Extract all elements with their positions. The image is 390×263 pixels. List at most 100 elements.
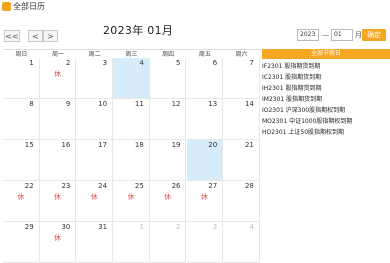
- year-select[interactable]: 2023: [297, 29, 319, 41]
- day-number: 12: [171, 100, 181, 108]
- holiday-list-item[interactable]: IC2301 股指期货到期: [262, 72, 321, 83]
- day-cell[interactable]: 25 休: [113, 181, 150, 222]
- weekday-header: 周日: [3, 49, 40, 58]
- day-cell[interactable]: 27 休: [186, 181, 224, 222]
- day-number: 3: [212, 223, 218, 231]
- day-number: 6: [212, 59, 218, 67]
- holiday-list-item[interactable]: MO2301 中证1000股指期权到期: [262, 116, 352, 127]
- day-number: 31: [98, 223, 108, 231]
- holiday-list-item[interactable]: IO2301 沪深300股指期权到期: [262, 105, 345, 116]
- day-cell[interactable]: 4: [113, 58, 150, 99]
- day-cell[interactable]: 1: [113, 222, 150, 263]
- day-number: 30: [61, 223, 71, 231]
- holiday-panel-header: 全部节假日: [262, 49, 390, 59]
- day-cell[interactable]: 28: [223, 181, 260, 222]
- day-number: 19: [171, 141, 181, 149]
- day-cell[interactable]: 31: [76, 222, 114, 263]
- weekday-header: 周三: [113, 49, 150, 58]
- day-cell[interactable]: 3: [76, 58, 114, 99]
- day-number: 4: [139, 59, 144, 67]
- day-number: 1: [139, 223, 144, 231]
- day-number: 3: [102, 59, 108, 67]
- holiday-mark: 休: [54, 70, 62, 78]
- day-cell[interactable]: 14: [223, 99, 260, 140]
- day-cell[interactable]: 15: [3, 140, 40, 181]
- day-number: 2: [65, 59, 71, 67]
- calendar-grid: 周日 周一 周二 周三 周四 周五 周六 1 2 休 3 4 5 6 7 8 9 10 11 12 13 14 15 16 17…: [3, 49, 260, 263]
- day-cell[interactable]: 5: [149, 58, 187, 99]
- day-cell[interactable]: 22 休: [3, 181, 40, 222]
- calendar-logo-icon: [2, 2, 11, 11]
- day-cell[interactable]: 8: [3, 99, 40, 140]
- day-cell[interactable]: 10: [76, 99, 114, 140]
- day-number: 1: [29, 59, 34, 67]
- holiday-list-item[interactable]: HO2301 上证50股指期权到期: [262, 127, 344, 138]
- day-number: 15: [24, 141, 34, 149]
- day-cell[interactable]: 20: [186, 140, 224, 181]
- month-title: 2023年 01月: [103, 24, 174, 37]
- next-month-button[interactable]: >: [43, 30, 58, 42]
- weekday-header: 周一: [39, 49, 77, 58]
- day-number: 27: [208, 182, 218, 190]
- day-cell[interactable]: 9: [39, 99, 77, 140]
- page-title: 全部日历: [13, 2, 45, 11]
- holiday-panel: 全部节假日 IF2301 股指期货到期 IC2301 股指期货到期 IH2301 股…: [262, 49, 390, 262]
- holiday-list-item[interactable]: IF2301 股指期货到期: [262, 61, 320, 72]
- day-cell[interactable]: 2: [149, 222, 187, 263]
- day-cell[interactable]: 29: [3, 222, 40, 263]
- day-cell[interactable]: 1: [3, 58, 40, 99]
- day-cell[interactable]: 11: [113, 99, 150, 140]
- weekday-header: 周六: [223, 49, 260, 58]
- day-number: 17: [98, 141, 108, 149]
- holiday-list-item[interactable]: IH2301 股指期货到期: [262, 83, 321, 94]
- holiday-list-item[interactable]: IM2301 股指期货到期: [262, 94, 322, 105]
- prev-month-button[interactable]: <: [28, 30, 43, 42]
- day-cell[interactable]: 30 休: [39, 222, 77, 263]
- day-number: 10: [98, 100, 108, 108]
- year-month-separator: —: [322, 31, 329, 39]
- prev-year-button[interactable]: <<: [4, 30, 20, 42]
- day-number: 11: [134, 100, 144, 108]
- day-number: 18: [134, 141, 144, 149]
- day-cell[interactable]: 2休: [39, 58, 77, 99]
- holiday-mark: 休: [200, 193, 208, 201]
- day-number: 14: [244, 100, 254, 108]
- holiday-mark: 休: [90, 193, 98, 201]
- day-number: 26: [171, 182, 181, 190]
- day-cell[interactable]: 19: [149, 140, 187, 181]
- day-cell[interactable]: 23 休: [39, 181, 77, 222]
- day-number: 20: [208, 141, 218, 149]
- day-number: 8: [29, 100, 34, 108]
- day-cell[interactable]: 16: [39, 140, 77, 181]
- day-cell[interactable]: 4: [223, 222, 260, 263]
- holiday-mark: 休: [164, 193, 172, 201]
- day-cell[interactable]: 18: [113, 140, 150, 181]
- day-cell[interactable]: 24 休: [76, 181, 114, 222]
- day-cell[interactable]: 26 休: [149, 181, 187, 222]
- day-number: 4: [249, 223, 254, 231]
- day-number: 16: [61, 141, 71, 149]
- day-number: 7: [249, 59, 254, 67]
- go-button[interactable]: 确定: [362, 29, 386, 41]
- day-number: 29: [24, 223, 34, 231]
- day-cell[interactable]: 12: [149, 99, 187, 140]
- day-cell[interactable]: 21: [223, 140, 260, 181]
- day-cell[interactable]: 6: [186, 58, 224, 99]
- day-number: 24: [98, 182, 108, 190]
- month-select[interactable]: 01: [331, 29, 353, 41]
- app-header: 全部日历: [0, 0, 390, 14]
- weekday-header: 周二: [76, 49, 114, 58]
- day-number: 25: [134, 182, 144, 190]
- holiday-mark: 休: [54, 234, 62, 242]
- day-number: 22: [24, 182, 34, 190]
- holiday-mark: 休: [127, 193, 135, 201]
- weekday-header: 周五: [186, 49, 224, 58]
- day-cell[interactable]: 7: [223, 58, 260, 99]
- day-number: 21: [244, 141, 254, 149]
- day-cell[interactable]: 13: [186, 99, 224, 140]
- holiday-mark: 休: [54, 193, 62, 201]
- day-number: 28: [244, 182, 254, 190]
- day-number: 9: [65, 100, 71, 108]
- day-cell[interactable]: 17: [76, 140, 114, 181]
- day-cell[interactable]: 3: [186, 222, 224, 263]
